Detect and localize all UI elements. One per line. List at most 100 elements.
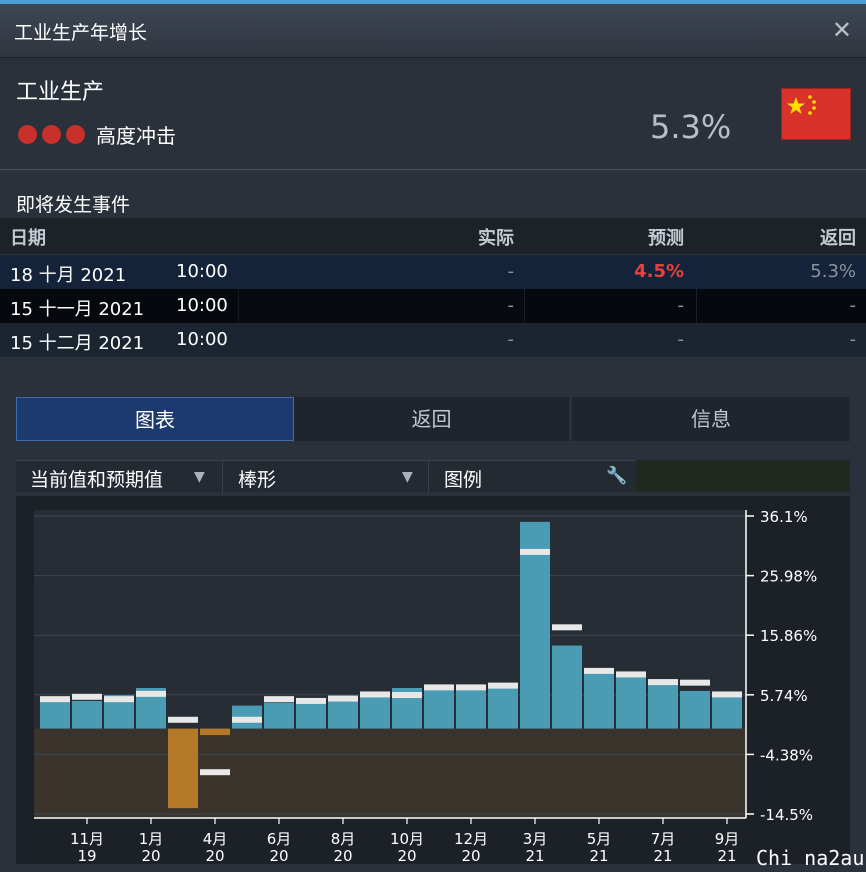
x-tick-label: 10月 (390, 830, 424, 848)
x-tick-label: 4月 (203, 830, 228, 848)
forecast-marker (488, 682, 518, 689)
close-icon[interactable]: ✕ (832, 16, 852, 44)
table-row[interactable]: 15 十二月 2021 10:00 - - - (0, 323, 866, 357)
row-time: 10:00 (176, 295, 228, 316)
data-bar (584, 670, 614, 729)
china-flag-icon (781, 88, 851, 140)
x-tick-year-label: 20 (269, 847, 288, 864)
forecast-marker (104, 696, 134, 703)
forecast-marker (456, 684, 486, 691)
y-tick-label: -4.38% (760, 746, 813, 764)
x-tick-label: 6月 (267, 830, 292, 848)
impact-dot-icon (66, 125, 85, 144)
x-tick-year-label: 21 (525, 847, 544, 864)
impact-rating: 高度冲击 (18, 120, 176, 149)
x-tick-year-label: 20 (205, 847, 224, 864)
row-time: 10:00 (176, 261, 228, 282)
chevron-down-icon[interactable]: ▼ (402, 469, 413, 485)
forecast-marker (360, 691, 390, 698)
data-bar (712, 697, 742, 729)
row-forecast: 4.5% (634, 261, 684, 282)
data-bar (296, 700, 326, 729)
row-previous: - (849, 295, 857, 316)
tab-history[interactable]: 返回 (294, 397, 572, 441)
row-actual: - (507, 329, 515, 350)
forecast-marker (200, 769, 230, 776)
bar-chart: 36.1% 25.98% 15.86% 5.74% -4.38% -14.5% 11月19 1… (34, 508, 817, 865)
legend-button[interactable]: 图例 (444, 465, 482, 492)
x-tick-year-label: 21 (589, 847, 608, 864)
y-tick-label: 15.86% (760, 627, 817, 645)
forecast-marker (520, 548, 550, 555)
x-tick-year-label: 21 (653, 847, 672, 864)
row-forecast: - (677, 329, 685, 350)
impact-dot-icon (42, 125, 61, 144)
forecast-marker (296, 697, 326, 704)
data-bar (360, 695, 390, 729)
chevron-down-icon[interactable]: ▼ (194, 469, 205, 485)
row-actual: - (507, 295, 515, 316)
tab-chart[interactable]: 图表 (16, 397, 294, 441)
row-previous: 5.3% (810, 261, 856, 282)
indicator-summary: 工业生产 高度冲击 5.3% (0, 58, 866, 170)
y-tick-label: 25.98% (760, 568, 817, 586)
row-forecast: - (677, 295, 685, 316)
data-bar (680, 690, 710, 729)
x-tick-label: 3月 (523, 830, 548, 848)
forecast-marker (712, 691, 742, 698)
watermark: Chi na2au (756, 846, 865, 870)
view-tabs: 图表 返回 信息 (16, 397, 850, 441)
data-bar (264, 702, 294, 729)
forecast-marker (648, 679, 678, 686)
x-tick-year-label: 21 (717, 847, 736, 864)
row-previous: - (849, 329, 857, 350)
forecast-marker (616, 671, 646, 678)
row-actual: - (507, 261, 515, 282)
data-bar (488, 685, 518, 729)
forecast-marker (584, 667, 614, 674)
data-bar (616, 676, 646, 729)
window-title: 工业生产年增长 (14, 22, 148, 44)
forecast-marker (72, 693, 102, 700)
upcoming-events-title: 即将发生事件 (16, 194, 131, 216)
forecast-marker (424, 684, 454, 691)
toolbar-filler (636, 460, 850, 492)
data-bar (648, 679, 678, 729)
x-tick-year-label: 20 (141, 847, 160, 864)
y-tick-label: -14.5% (760, 806, 813, 824)
tab-info[interactable]: 信息 (572, 397, 850, 441)
x-tick-year-label: 20 (461, 847, 480, 864)
table-row[interactable]: 18 十月 2021 10:00 - 4.5% 5.3% (0, 255, 866, 289)
forecast-marker (328, 695, 358, 702)
series-select[interactable]: 当前值和预期值 (30, 465, 163, 492)
indicator-value: 5.3% (650, 108, 732, 146)
data-bar (456, 685, 486, 729)
forecast-marker (136, 690, 166, 697)
wrench-icon[interactable]: 🔧 (606, 466, 627, 486)
plot-negative-region (34, 728, 746, 818)
row-time: 10:00 (176, 329, 228, 350)
header-date: 日期 (10, 228, 46, 249)
chart-type-select[interactable]: 棒形 (238, 465, 276, 492)
window-titlebar[interactable]: 工业生产年增长 ✕ (0, 4, 866, 58)
header-actual: 实际 (478, 228, 514, 249)
x-tick-label: 1月 (139, 830, 164, 848)
row-date: 18 十月 2021 (10, 265, 127, 286)
forecast-marker (264, 696, 294, 703)
row-date: 15 十二月 2021 (10, 333, 145, 354)
forecast-marker (552, 624, 582, 631)
forecast-marker (232, 716, 262, 723)
data-bar (424, 687, 454, 729)
x-tick-year-label: 20 (397, 847, 416, 864)
row-date: 15 十一月 2021 (10, 299, 145, 320)
table-row[interactable]: 15 十一月 2021 10:00 - - - (0, 289, 866, 323)
chart-area: 36.1% 25.98% 15.86% 5.74% -4.38% -14.5% 11月 19 1… (16, 496, 850, 865)
chart-toolbar: 当前值和预期值 ▼ 棒形 ▼ 图例 🔧 (16, 460, 636, 493)
x-tick-label: 9月 (715, 830, 740, 848)
header-previous: 返回 (820, 228, 856, 249)
y-tick-label: 36.1% (760, 508, 808, 526)
header-forecast: 预测 (648, 228, 684, 249)
forecast-marker (392, 692, 422, 699)
impact-dot-icon (18, 125, 37, 144)
x-tick-label: 8月 (331, 830, 356, 848)
